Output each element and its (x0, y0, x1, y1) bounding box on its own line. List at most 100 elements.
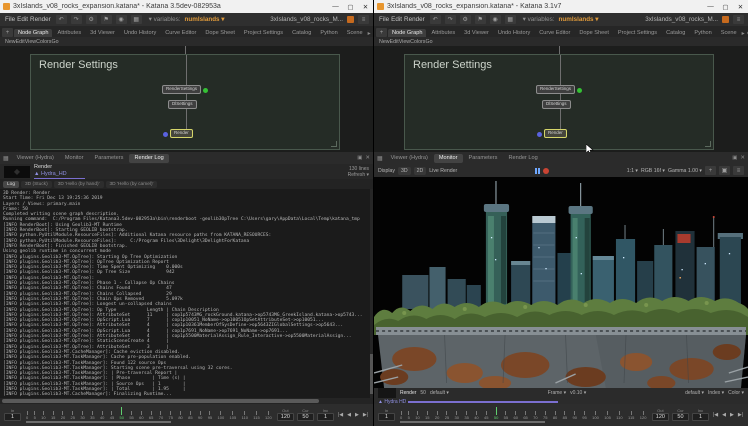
menu-item[interactable]: Render (403, 16, 426, 23)
out-field[interactable]: 120 (652, 413, 669, 421)
go-to-end-button[interactable]: ▶| (362, 412, 369, 418)
nodegraph-menu-item[interactable]: New (379, 39, 390, 45)
frame-tick[interactable]: 65 (523, 411, 527, 420)
main-tab[interactable]: Project Settings (240, 29, 287, 37)
nodegraph-menu-item[interactable]: Edit (390, 39, 399, 45)
menu-item[interactable]: Edit (16, 16, 29, 23)
frame-tick[interactable]: 55 (129, 411, 133, 420)
redo-icon[interactable]: ↷ (445, 15, 456, 24)
frame-ruler[interactable]: 0510152025303540455055606570758085909510… (24, 407, 274, 424)
renderlog-subtab[interactable]: 3D 'Hello (by camel)' (106, 181, 158, 188)
main-tab[interactable]: Curve Editor (535, 29, 574, 37)
frame-tick[interactable]: 45 (484, 411, 488, 420)
minimize-button[interactable]: — (703, 0, 718, 13)
render-viewport[interactable] (374, 177, 748, 388)
menu-icon[interactable]: ≡ (733, 15, 744, 24)
frame-tick[interactable]: 45 (110, 411, 114, 420)
menu-item[interactable]: Edit (390, 16, 403, 23)
step-back-button[interactable]: ◀ (346, 412, 352, 418)
gear-icon[interactable]: ⚙ (86, 15, 97, 24)
step-back-button[interactable]: ◀ (721, 412, 727, 418)
view-flag-icon[interactable] (577, 88, 582, 93)
nodegraph-menu-item[interactable]: Colors (410, 39, 425, 45)
nodegraph-menu-item[interactable]: View (399, 39, 410, 45)
panel-tab[interactable]: Render Log (129, 154, 168, 163)
color-dropdown[interactable]: Color ▾ (728, 390, 744, 396)
maximize-button[interactable]: ▢ (343, 0, 358, 13)
frame-tick[interactable]: 0 (26, 411, 28, 420)
nodegraph-canvas[interactable]: Render Settings RenderSettings DlSetting… (0, 46, 373, 152)
gamma-dropdown[interactable]: Gamma 1.00 ▾ (668, 168, 702, 174)
frame-tick[interactable]: 60 (139, 411, 143, 420)
title-bar[interactable]: 3xIslands_v08_rocks_expansion.katana* - … (0, 0, 373, 13)
zoom-ratio-dropdown[interactable]: 1:1 ▾ (627, 168, 638, 174)
main-tab[interactable]: Undo History (120, 29, 160, 37)
main-tab[interactable]: Python (316, 29, 341, 37)
refresh-dropdown[interactable]: Refresh ▾ (348, 172, 369, 178)
preset-b-dropdown[interactable]: default ▾ (685, 390, 704, 396)
node-rendersettings[interactable]: RenderSettings (536, 85, 575, 94)
frame-tick[interactable]: 120 (640, 411, 647, 420)
chevron-right-icon[interactable]: ▸ (742, 30, 745, 37)
frame-tick[interactable]: 75 (169, 411, 173, 420)
main-tab[interactable]: Project Settings (614, 29, 661, 37)
panel-grid-icon[interactable]: ▦ (3, 155, 9, 162)
pop-out-icon[interactable]: ▣ (357, 155, 362, 161)
frame-tick[interactable]: 40 (100, 411, 104, 420)
buffer-thumbnail[interactable] (378, 388, 396, 398)
frame-tick[interactable]: 0 (400, 411, 402, 420)
frame-tick[interactable]: 90 (198, 411, 202, 420)
maximize-button[interactable]: ▢ (718, 0, 733, 13)
frame-tick[interactable]: 15 (425, 411, 429, 420)
play-button[interactable]: ▶ (729, 412, 735, 418)
in-field[interactable]: 1 (4, 413, 21, 421)
frame-tick[interactable]: 35 (464, 411, 468, 420)
frame-tick[interactable]: 10 (415, 411, 419, 420)
menu-icon[interactable]: ≡ (358, 15, 369, 24)
crosshair-icon[interactable]: + (705, 166, 716, 175)
frame-tick[interactable]: 115 (253, 411, 259, 420)
frame-tick[interactable]: 5 (408, 411, 410, 420)
frame-tick[interactable]: 95 (208, 411, 212, 420)
index-dropdown[interactable]: Index ▾ (708, 390, 724, 396)
panel-tab[interactable]: Parameters (464, 154, 503, 163)
main-tab[interactable]: Attributes (53, 29, 85, 37)
frame-tick[interactable]: 30 (80, 411, 84, 420)
out-field[interactable]: 120 (277, 413, 294, 421)
view-flag-icon[interactable] (203, 88, 208, 93)
vertical-scrollbar[interactable] (370, 189, 373, 398)
frame-tick[interactable]: 80 (178, 411, 182, 420)
stop-render-button[interactable] (543, 168, 549, 174)
view-3d-button[interactable]: 3D (398, 167, 411, 175)
render-thumbnail[interactable]: ◆ (4, 166, 30, 178)
frame-tick[interactable]: 105 (230, 411, 237, 420)
frame-tick[interactable]: 80 (553, 411, 557, 420)
timeline-range-bar[interactable] (400, 421, 545, 423)
grid-icon[interactable]: ▦ (131, 15, 142, 24)
frame-tick[interactable]: 40 (474, 411, 478, 420)
variables-label[interactable]: ▾ variables: (149, 16, 181, 23)
frame-tick[interactable]: 100 (218, 411, 225, 420)
renderlog-subtab[interactable]: 3D 'Hello (by hand)' (54, 181, 104, 188)
panel-close-icon[interactable]: ✕ (740, 155, 745, 161)
frame-tick[interactable]: 20 (435, 411, 439, 420)
main-tab[interactable]: 3d Viewer (86, 29, 119, 37)
variables-label[interactable]: ▾ variables: (523, 16, 555, 23)
region-icon[interactable]: ▣ (719, 166, 730, 175)
main-tab[interactable]: Python (690, 29, 715, 37)
flag-icon[interactable]: ⚑ (101, 15, 112, 24)
grid-icon[interactable]: ▦ (505, 15, 516, 24)
panel-tab[interactable]: Monitor (434, 154, 463, 163)
main-tab[interactable]: Catalog (662, 29, 689, 37)
panel-grid-icon[interactable]: ▦ (377, 155, 383, 162)
node-rendersettings[interactable]: RenderSettings (162, 85, 201, 94)
main-tab[interactable]: Curve Editor (161, 29, 200, 37)
frame-tick[interactable]: 5 (34, 411, 36, 420)
monitor-menu-icon[interactable]: ≡ (733, 166, 744, 175)
nodegraph-menu-item[interactable]: Go (51, 39, 58, 45)
frame-tick[interactable]: 70 (159, 411, 163, 420)
nodegraph-menu-item[interactable]: Go (425, 39, 432, 45)
frame-tick[interactable]: 85 (188, 411, 192, 420)
frame-tick[interactable]: 100 (592, 411, 599, 420)
main-tab[interactable]: Scene (343, 29, 367, 37)
